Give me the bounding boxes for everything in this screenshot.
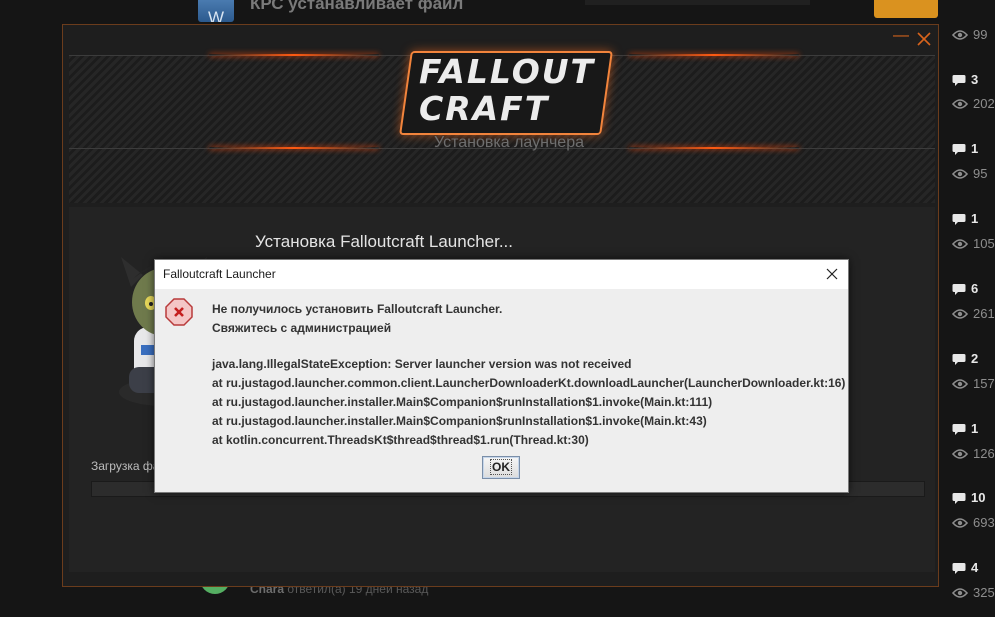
error-dialog: Falloutcraft Launcher Не получилось уста… bbox=[154, 259, 849, 493]
stacktrace-line: java.lang.IllegalStateException: Server … bbox=[212, 357, 632, 371]
comment-icon bbox=[952, 354, 966, 365]
error-message-line: Свяжитесь с администрацией bbox=[212, 321, 392, 335]
reply-count: 2 bbox=[952, 351, 995, 366]
reply-count: 1 bbox=[952, 421, 995, 436]
view-count: 202 bbox=[951, 96, 995, 111]
eye-icon bbox=[951, 169, 969, 179]
view-count: 261 bbox=[951, 306, 995, 321]
error-message-line: Не получилось установить Falloutcraft La… bbox=[212, 302, 503, 316]
view-count: 126 bbox=[951, 446, 995, 461]
reply-count: 3 bbox=[952, 72, 995, 87]
glow-line bbox=[629, 147, 799, 149]
comment-icon bbox=[952, 214, 966, 225]
dialog-title: Falloutcraft Launcher bbox=[163, 267, 276, 281]
view-count: 99 bbox=[951, 27, 995, 42]
reply-count: 1 bbox=[952, 141, 995, 156]
launcher-banner: FALLOUT CRAFT Установка лаунчера bbox=[69, 51, 935, 203]
status-label: Загрузка фа bbox=[91, 459, 160, 473]
reply-count: 1 bbox=[952, 211, 995, 226]
comment-icon bbox=[952, 284, 966, 295]
topic-title[interactable]: КРС устанавливает файл bbox=[250, 0, 463, 14]
view-count: 157 bbox=[951, 376, 995, 391]
reply-count: 4 bbox=[952, 560, 995, 575]
minimize-button[interactable]: — bbox=[892, 28, 910, 47]
comment-icon bbox=[952, 75, 966, 86]
eye-icon bbox=[951, 99, 969, 109]
view-count: 693 bbox=[951, 515, 995, 530]
glow-line bbox=[209, 147, 379, 149]
comment-icon bbox=[952, 144, 966, 155]
close-button[interactable] bbox=[914, 29, 934, 49]
dialog-close-button[interactable] bbox=[819, 262, 845, 286]
glow-line bbox=[629, 54, 799, 56]
comment-icon bbox=[952, 563, 966, 574]
install-title: Установка Falloutcraft Launcher... bbox=[255, 232, 514, 251]
close-icon bbox=[917, 32, 931, 46]
eye-icon bbox=[951, 379, 969, 389]
glow-line bbox=[209, 54, 379, 56]
stacktrace-line: at ru.justagod.launcher.common.client.La… bbox=[212, 376, 846, 390]
eye-icon bbox=[951, 309, 969, 319]
comment-icon bbox=[952, 493, 966, 504]
reply-count: 10 bbox=[952, 490, 995, 505]
stacktrace-line: at ru.justagod.launcher.installer.Main$C… bbox=[212, 395, 713, 409]
view-count: 325 bbox=[951, 585, 995, 600]
eye-icon bbox=[951, 449, 969, 459]
search-field[interactable] bbox=[585, 0, 810, 5]
falloutcraft-logo: FALLOUT CRAFT bbox=[419, 52, 596, 128]
dialog-titlebar[interactable]: Falloutcraft Launcher bbox=[155, 260, 848, 289]
error-icon bbox=[165, 298, 193, 326]
background-topic-row: W КРС устанавливает файл bbox=[0, 0, 940, 22]
eye-icon bbox=[951, 239, 969, 249]
eye-icon bbox=[951, 588, 969, 598]
close-icon bbox=[826, 268, 838, 280]
stacktrace-line: at ru.justagod.launcher.installer.Main$C… bbox=[212, 414, 707, 428]
eye-icon bbox=[951, 30, 969, 40]
eye-icon bbox=[951, 518, 969, 528]
comment-icon bbox=[952, 424, 966, 435]
view-count: 105 bbox=[951, 236, 995, 251]
view-count: 95 bbox=[951, 166, 995, 181]
ok-button[interactable]: OK bbox=[482, 456, 520, 479]
launcher-subtitle: Установка лаунчера bbox=[434, 134, 584, 151]
stacktrace-line: at kotlin.concurrent.ThreadsKt$thread$th… bbox=[212, 433, 589, 447]
reply-count: 6 bbox=[952, 281, 995, 296]
topic-stats-column: 99 3 202 1 95 1 105 6 261 2 157 1 126 10 693 4 325 bbox=[946, 0, 995, 617]
action-button[interactable] bbox=[874, 0, 938, 18]
topic-avatar: W bbox=[198, 0, 234, 22]
